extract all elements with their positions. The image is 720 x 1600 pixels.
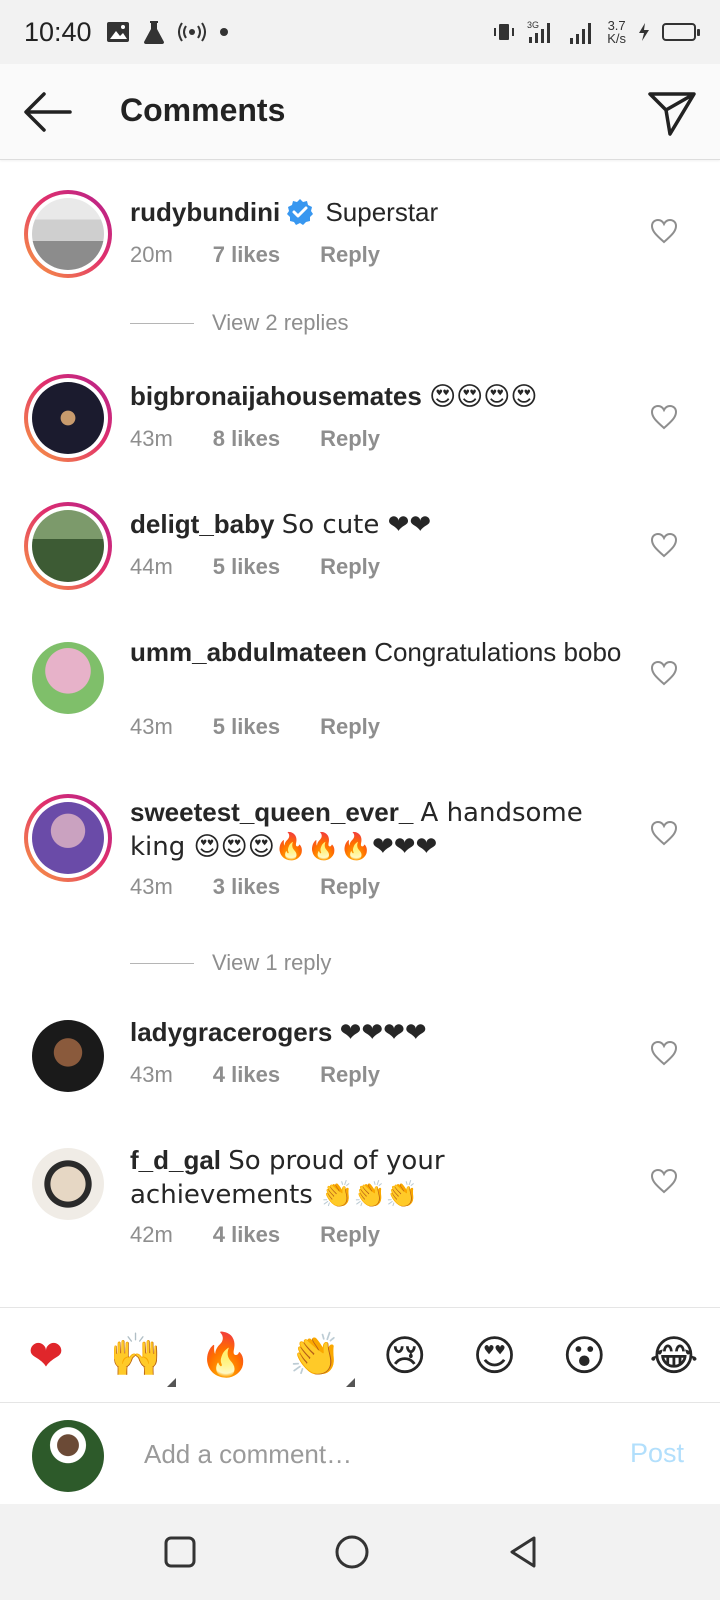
reply-button[interactable]: Reply	[320, 714, 380, 740]
charging-icon	[639, 23, 649, 41]
battery-icon	[662, 23, 700, 41]
heart-outline-icon[interactable]	[650, 218, 678, 244]
comment-likes[interactable]: 7 likes	[213, 242, 280, 268]
square-recents-icon[interactable]	[160, 1532, 200, 1572]
comment-input[interactable]	[144, 1434, 584, 1474]
comment-time: 42m	[130, 1222, 173, 1247]
comment-username[interactable]: umm_abdulmateen	[130, 637, 367, 667]
comment-text: Congratulations bobo	[374, 637, 622, 667]
heart-outline-icon[interactable]	[650, 820, 678, 846]
vibrate-icon	[494, 24, 515, 40]
comment-likes[interactable]: 8 likes	[213, 426, 280, 452]
divider	[130, 962, 194, 964]
image-notification-icon	[106, 22, 129, 42]
hotspot-icon	[177, 22, 206, 42]
comment-time: 44m	[130, 554, 173, 579]
reply-button[interactable]: Reply	[320, 554, 380, 580]
signal-bars-icon	[570, 23, 592, 44]
avatar[interactable]	[24, 794, 112, 882]
more-options-icon	[346, 1378, 356, 1387]
avatar[interactable]	[24, 374, 112, 462]
heart-outline-icon[interactable]	[650, 1040, 678, 1066]
post-button[interactable]: Post	[630, 1438, 684, 1469]
circle-home-icon[interactable]	[332, 1532, 372, 1572]
quick-reactions-bar: ❤ 🙌 🔥 👏 😢 😍 😮 😂	[0, 1307, 720, 1403]
avatar	[32, 1420, 104, 1492]
view-replies-button[interactable]: View 2 replies	[130, 310, 349, 336]
reply-button[interactable]: Reply	[320, 242, 380, 268]
heart-outline-icon[interactable]	[650, 404, 678, 430]
reaction-heart[interactable]: ❤	[18, 1327, 74, 1383]
comment-username[interactable]: bigbronaijahousemates	[130, 381, 422, 411]
page-title: Comments	[120, 92, 286, 128]
reaction-raised-hands[interactable]: 🙌	[108, 1327, 176, 1387]
signal-3g-icon: 3G	[527, 20, 551, 43]
heart-outline-icon[interactable]	[650, 532, 678, 558]
reply-button[interactable]: Reply	[320, 874, 380, 900]
more-options-icon	[166, 1378, 176, 1387]
svg-text:3G: 3G	[527, 20, 539, 30]
avatar[interactable]	[32, 1148, 104, 1220]
comments-header: Comments	[0, 64, 720, 160]
dot-icon	[219, 28, 228, 36]
comment-time: 43m	[130, 1062, 173, 1087]
avatar[interactable]	[32, 642, 104, 714]
comment-username[interactable]: sweetest_queen_ever_	[130, 797, 413, 827]
comment-time: 43m	[130, 874, 173, 899]
verified-badge-icon	[287, 199, 314, 225]
comment-username[interactable]: f_d_gal	[130, 1145, 221, 1175]
reply-button[interactable]: Reply	[320, 1062, 380, 1088]
heart-outline-icon[interactable]	[650, 1168, 678, 1194]
avatar[interactable]	[32, 1020, 104, 1092]
comment-likes[interactable]: 4 likes	[213, 1062, 280, 1088]
comment-likes[interactable]: 4 likes	[213, 1222, 280, 1248]
system-navigation-bar	[0, 1504, 720, 1600]
comment-username[interactable]: deligt_baby	[130, 509, 274, 539]
comment-text: Superstar	[325, 197, 439, 227]
reaction-laughing[interactable]: 😂	[646, 1327, 702, 1383]
comment-text: So cute ❤❤	[281, 510, 432, 540]
status-time: 10:40	[24, 16, 92, 47]
view-replies-button[interactable]: View 1 reply	[130, 950, 331, 976]
triangle-back-icon[interactable]	[504, 1532, 544, 1572]
comment-time: 43m	[130, 714, 173, 739]
reaction-heart-eyes[interactable]: 😍	[467, 1327, 523, 1383]
comment-likes[interactable]: 3 likes	[213, 874, 280, 900]
heart-outline-icon[interactable]	[650, 660, 678, 686]
paper-plane-icon[interactable]	[644, 84, 700, 140]
comment-text: 😍😍😍😍	[429, 382, 538, 412]
comment-time: 43m	[130, 426, 173, 451]
avatar[interactable]	[24, 190, 112, 278]
reply-button[interactable]: Reply	[320, 1222, 380, 1248]
reaction-clap[interactable]: 👏	[287, 1327, 356, 1387]
comment-likes[interactable]: 5 likes	[213, 714, 280, 740]
reply-button[interactable]: Reply	[320, 426, 380, 452]
comment-likes[interactable]: 5 likes	[213, 554, 280, 580]
back-arrow-icon[interactable]	[22, 88, 74, 136]
comment-username[interactable]: ladygracerogers	[130, 1017, 332, 1047]
reaction-fire[interactable]: 🔥	[197, 1327, 253, 1383]
comment-text: ❤❤❤❤	[339, 1018, 427, 1048]
comment-time: 20m	[130, 242, 173, 267]
divider	[130, 322, 194, 324]
comment-username[interactable]: rudybundini	[130, 197, 280, 227]
avatar[interactable]	[24, 502, 112, 590]
reaction-surprised[interactable]: 😮	[556, 1327, 612, 1383]
flask-notification-icon	[143, 21, 164, 44]
reaction-crying[interactable]: 😢	[377, 1327, 433, 1383]
add-comment-bar: Post	[0, 1404, 720, 1504]
status-bar: 10:40 3G 3.7 K/s	[0, 0, 720, 64]
network-speed: 3.7 K/s	[607, 18, 626, 46]
